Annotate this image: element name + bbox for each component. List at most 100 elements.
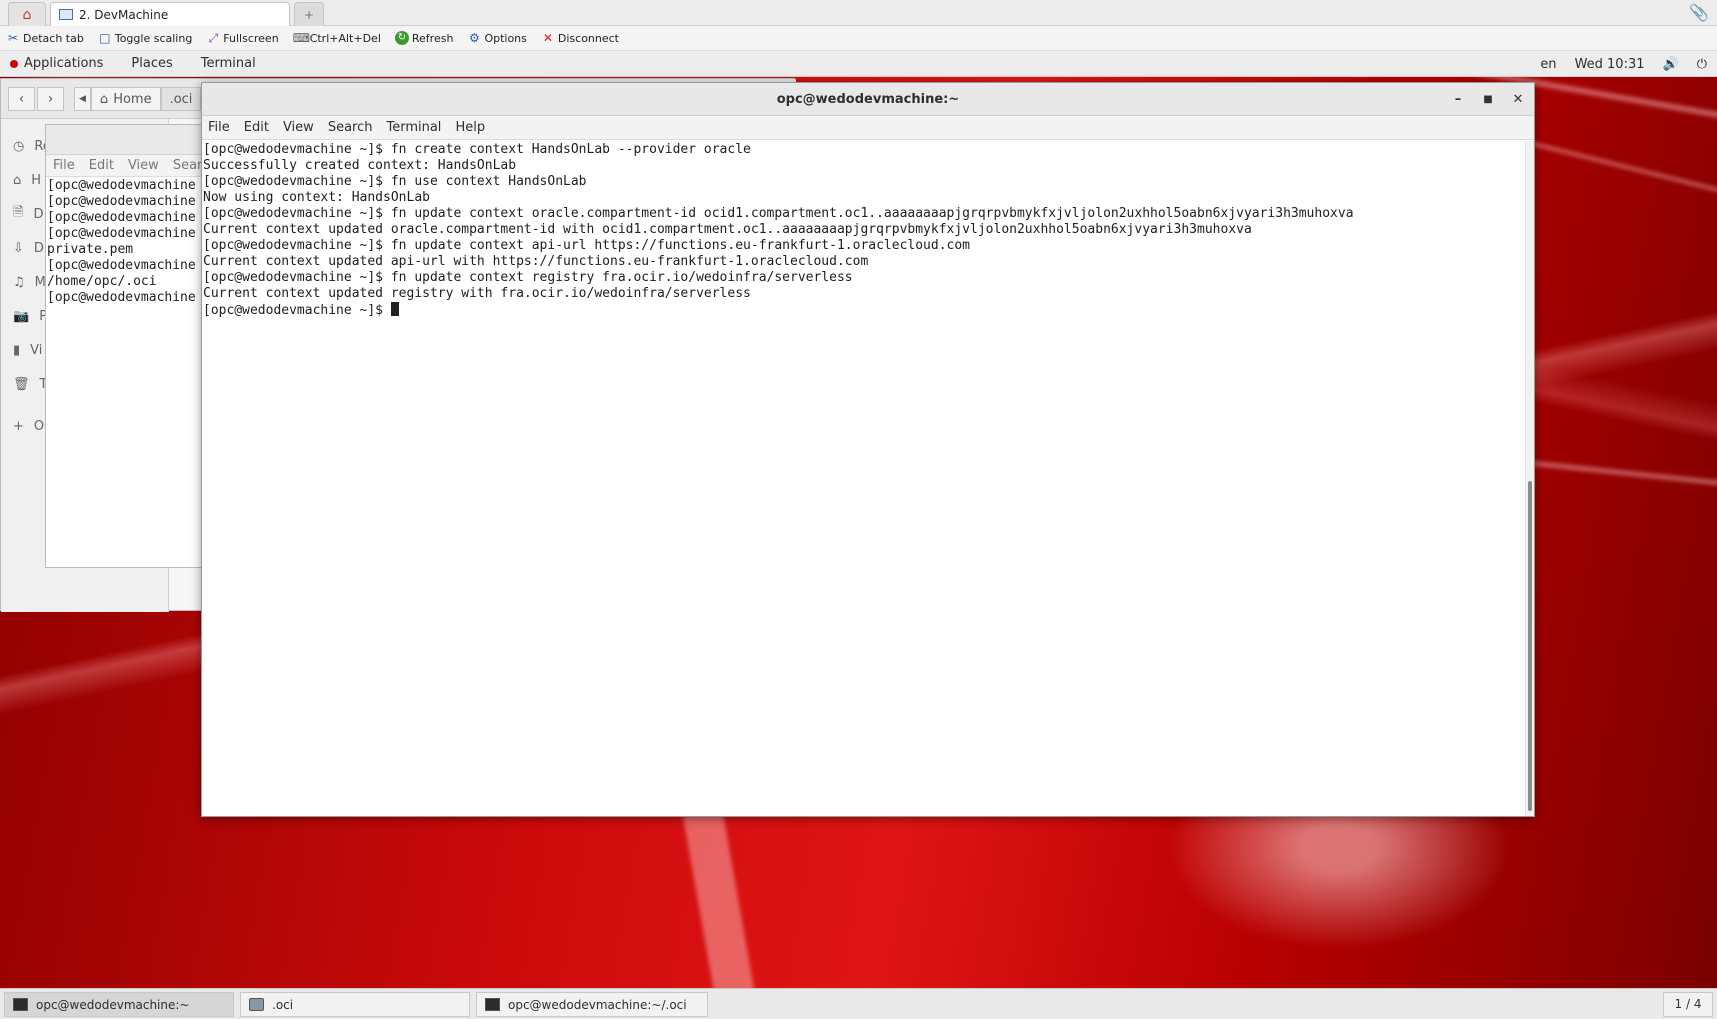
gear-icon: ⚙ <box>469 31 480 45</box>
chevron-right-icon: › <box>47 91 54 107</box>
gnome-top-bar: Applications Places Terminal en Wed 10:3… <box>0 51 1717 77</box>
background-terminal-titlebar[interactable] <box>46 125 204 155</box>
terminal-line: [opc@wedodevmachine <box>47 290 196 305</box>
menu-help[interactable]: Help <box>455 120 485 135</box>
path-bar: ◀ ⌂ Home .oci <box>74 87 204 111</box>
ctrl-alt-del-button[interactable]: ⌨ Ctrl+Alt+Del <box>293 31 381 45</box>
background-terminal-menubar: File Edit View Search <box>46 155 217 177</box>
close-icon[interactable]: ✕ <box>1510 83 1526 116</box>
taskbar-item-oci-folder[interactable]: .oci <box>240 992 470 1017</box>
terminal-output[interactable]: [opc@wedodevmachine ~]$ fn create contex… <box>202 141 1527 816</box>
terminal-menubar: File Edit View Search Terminal Help <box>202 116 1534 140</box>
menu-edit[interactable]: Edit <box>244 120 269 135</box>
terminal-line: [opc@wedodevmachine ~]$ fn update contex… <box>203 270 853 285</box>
terminal-line: Current context updated api-url with htt… <box>203 254 869 269</box>
back-button[interactable]: ‹ <box>8 87 35 111</box>
path-prev-button[interactable]: ◀ <box>74 87 91 111</box>
workspace-indicator[interactable]: 1 / 4 <box>1663 992 1713 1017</box>
paperclip-icon[interactable]: 📎 <box>1689 3 1709 22</box>
clock[interactable]: Wed 10:31 <box>1575 57 1645 72</box>
path-oci-button[interactable]: .oci <box>160 87 202 111</box>
clock-icon: ◷ <box>13 138 25 154</box>
terminal-line: Now using context: HandsOnLab <box>203 190 430 205</box>
remote-desktop-icon <box>59 9 73 20</box>
terminal-prompt: [opc@wedodevmachine ~]$ <box>203 303 391 318</box>
minimize-icon[interactable]: – <box>1450 83 1466 116</box>
terminal-line: [opc@wedodevmachine ~]$ fn update contex… <box>203 238 971 253</box>
terminal-line: [opc@wedodevmachine ~]$ fn update contex… <box>203 206 1354 221</box>
background-terminal-window: File Edit View Search [opc@wedodevmachin… <box>45 124 217 568</box>
home-icon: ⌂ <box>99 91 109 107</box>
terminal-window: opc@wedodevmachine:~ – ■ ✕ File Edit Vie… <box>201 82 1535 817</box>
terminal-app-menu[interactable]: Terminal <box>201 56 256 71</box>
redhat-logo-icon <box>10 59 18 68</box>
menu-file[interactable]: File <box>208 120 230 135</box>
menu-view[interactable]: View <box>283 120 314 135</box>
terminal-line: private.pem <box>47 242 134 257</box>
terminal-scrollbar[interactable] <box>1525 141 1534 816</box>
detach-tab-button[interactable]: ✂ Detach tab <box>6 31 84 45</box>
close-icon: ✕ <box>542 31 553 45</box>
folder-icon <box>249 998 264 1011</box>
language-indicator[interactable]: en <box>1540 57 1556 72</box>
terminal-line: [opc@wedodevmachine ~]$ fn create contex… <box>203 142 751 157</box>
terminal-line: [opc@wedodevmachine <box>47 210 196 225</box>
window-list-taskbar: opc@wedodevmachine:~ .oci opc@wedodevmac… <box>0 988 1717 1019</box>
new-tab-button[interactable]: + <box>294 2 324 26</box>
home-icon: ⌂ <box>22 6 32 23</box>
options-button[interactable]: ⚙ Options <box>467 31 527 45</box>
terminal-line: [opc@wedodevmachine <box>47 226 196 241</box>
triangle-left-icon: ◀ <box>79 94 86 104</box>
fullscreen-button[interactable]: ⤢ Fullscreen <box>206 31 278 45</box>
wallpaper-streak <box>682 809 758 988</box>
menu-search[interactable]: Search <box>328 120 373 135</box>
terminal-prompt-line: [opc@wedodevmachine ~]$ <box>203 302 1526 319</box>
text-cursor <box>390 302 399 316</box>
monitor-icon: □ <box>99 31 111 45</box>
video-icon: ▮ <box>13 342 21 358</box>
plus-icon: + <box>13 418 24 434</box>
volume-icon[interactable]: 🔊 <box>1663 57 1679 72</box>
scrollbar-thumb[interactable] <box>1528 481 1532 811</box>
menu-file[interactable]: File <box>53 158 75 173</box>
maximize-icon[interactable]: ■ <box>1480 83 1496 116</box>
fullscreen-icon: ⤢ <box>208 31 219 45</box>
toggle-scaling-button[interactable]: □ Toggle scaling <box>98 31 192 45</box>
background-terminal-output[interactable]: [opc@wedodevmachine [opc@wedodevmachine [o… <box>46 177 204 307</box>
taskbar-item-terminal-oci[interactable]: opc@wedodevmachine:~/.oci <box>476 992 708 1017</box>
home-icon: ⌂ <box>13 172 22 188</box>
plus-icon: + <box>303 7 315 22</box>
keyboard-icon: ⌨ <box>292 31 311 45</box>
path-home-button[interactable]: ⌂ Home <box>90 87 161 111</box>
document-icon: 🗎 <box>13 205 24 220</box>
taskbar-item-terminal-home[interactable]: opc@wedodevmachine:~ <box>4 992 234 1017</box>
wallpaper-streak <box>1520 459 1717 488</box>
places-menu[interactable]: Places <box>131 56 172 71</box>
forward-button[interactable]: › <box>37 87 64 111</box>
client-toolbar: ✂ Detach tab □ Toggle scaling ⤢ Fullscre… <box>0 26 1717 51</box>
terminal-line: [opc@wedodevmachine ~]$ fn use context H… <box>203 174 587 189</box>
menu-terminal[interactable]: Terminal <box>386 120 441 135</box>
refresh-icon: ↻ <box>394 31 409 45</box>
menu-edit[interactable]: Edit <box>89 158 114 173</box>
terminal-line: Current context updated registry with fr… <box>203 286 751 301</box>
trash-icon: 🗑 <box>13 376 30 392</box>
terminal-titlebar[interactable]: opc@wedodevmachine:~ – ■ ✕ <box>202 83 1534 116</box>
terminal-line: Successfully created context: HandsOnLab <box>203 158 517 173</box>
tab-title: 2. DevMachine <box>79 7 169 22</box>
terminal-line: [opc@wedodevmachine <box>47 178 196 193</box>
window-title: opc@wedodevmachine:~ <box>776 92 960 107</box>
chevron-left-icon: ‹ <box>18 91 25 107</box>
disconnect-button[interactable]: ✕ Disconnect <box>541 31 619 45</box>
topbar-status-area: en Wed 10:31 🔊 ⏻ <box>1540 51 1707 77</box>
music-icon: ♫ <box>13 274 25 290</box>
refresh-button[interactable]: ↻ Refresh <box>394 31 453 45</box>
menu-view[interactable]: View <box>128 158 159 173</box>
scissors-icon: ✂ <box>7 31 19 45</box>
home-tab[interactable]: ⌂ <box>8 2 46 26</box>
terminal-icon <box>485 998 500 1011</box>
applications-menu[interactable]: Applications <box>10 56 103 71</box>
devmachine-tab[interactable]: 2. DevMachine <box>50 2 290 26</box>
camera-icon: 📷 <box>13 308 30 324</box>
power-icon[interactable]: ⏻ <box>1697 57 1707 72</box>
